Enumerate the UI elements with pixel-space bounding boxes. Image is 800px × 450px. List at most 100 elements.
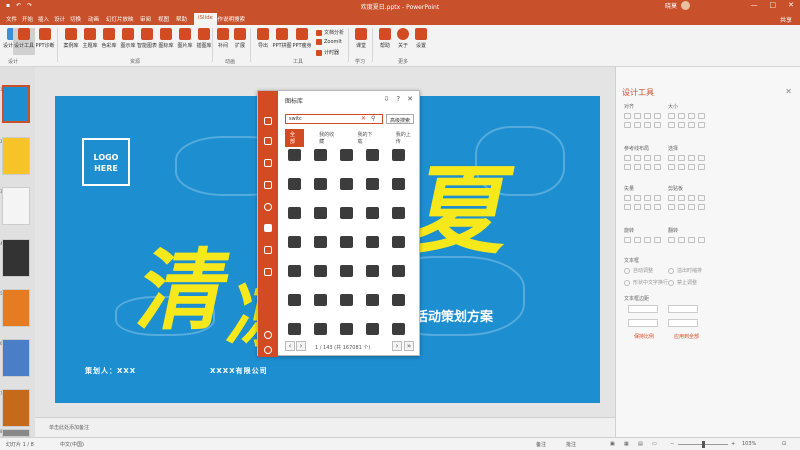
rotate-icons[interactable] <box>624 237 661 243</box>
slide-thumbnail[interactable] <box>2 389 30 427</box>
copy-icon[interactable] <box>314 207 327 219</box>
tab-help[interactable]: 帮助 <box>176 15 187 23</box>
margin-right-input[interactable] <box>668 305 698 313</box>
sidebar-item-charts[interactable] <box>264 203 272 211</box>
zoom-out-icon[interactable]: − <box>670 441 674 447</box>
settings-icon[interactable] <box>264 331 272 339</box>
logo-placeholder[interactable]: LOGO HERE <box>82 138 130 186</box>
download-icon[interactable]: ⇩ <box>384 95 390 103</box>
lantern-icon[interactable] <box>340 236 353 248</box>
language-indicator[interactable]: 中文(中国) <box>60 441 84 448</box>
card-icon[interactable] <box>340 178 353 190</box>
slide-subtitle[interactable]: 活动策划方案 <box>415 306 493 325</box>
zoom-level[interactable]: 103% <box>742 441 756 447</box>
slide-thumbnail[interactable] <box>2 239 30 277</box>
pen-icon[interactable] <box>366 178 379 190</box>
last-page-button[interactable]: » <box>404 341 414 351</box>
normal-view-icon[interactable]: ▣ <box>610 441 615 447</box>
sidebar-item-icon-library[interactable] <box>264 224 272 232</box>
diagnose-button[interactable]: PPT诊断 <box>34 28 56 49</box>
margin-top-input[interactable] <box>628 319 658 327</box>
clear-search-icon[interactable]: ✕ <box>361 115 366 122</box>
planner-text[interactable]: 策划人：XXX <box>85 366 136 376</box>
sidebar-item-diagrams[interactable] <box>264 159 272 167</box>
slide-thumbnail[interactable] <box>2 429 30 437</box>
settings-button[interactable]: 设置 <box>410 28 432 49</box>
grid-icon[interactable] <box>392 323 405 335</box>
clipboard-icons[interactable] <box>668 195 705 210</box>
option-autofit[interactable]: 自动调整 <box>624 267 653 274</box>
sidebar-item-icons[interactable] <box>264 117 272 125</box>
option-noadjust[interactable]: 禁止调整 <box>668 279 697 286</box>
sorter-view-icon[interactable]: ▦ <box>624 441 629 447</box>
help-icon[interactable]: ? <box>396 95 400 103</box>
updown-arrow-icon[interactable] <box>314 294 327 306</box>
tab-slideshow[interactable]: 幻灯片放映 <box>106 15 134 23</box>
close-button[interactable]: ✕ <box>788 1 794 9</box>
tab-downloads[interactable]: 我的下载 <box>352 129 380 147</box>
zoom-slider-knob[interactable] <box>702 441 705 448</box>
next-page-button[interactable]: › <box>392 341 402 351</box>
tab-design[interactable]: 设计 <box>54 15 65 23</box>
doc-analysis-button[interactable]: 文档分析 <box>316 29 344 36</box>
slim-button[interactable]: PPT瘦身 <box>291 28 313 49</box>
pie-chart-icon[interactable] <box>366 236 379 248</box>
folder-icon[interactable] <box>366 294 379 306</box>
backpack-icon[interactable] <box>340 207 353 219</box>
s-curve-icon[interactable] <box>340 294 353 306</box>
heading-char[interactable]: 夏 <box>403 155 523 267</box>
margin-left-input[interactable] <box>628 305 658 313</box>
undo-icon[interactable]: ↶ <box>16 2 21 9</box>
icon-search-input[interactable]: switc <box>285 114 383 124</box>
classroom-button[interactable]: 课堂 <box>350 28 372 49</box>
runner-icon[interactable] <box>392 178 405 190</box>
angry-face-icon[interactable] <box>366 207 379 219</box>
people-icon[interactable] <box>366 323 379 335</box>
tab-insert[interactable]: 插入 <box>38 15 49 23</box>
tab-all[interactable]: 全部 <box>285 129 305 147</box>
tab-transitions[interactable]: 切换 <box>70 15 81 23</box>
frame-f-icon[interactable] <box>340 323 353 335</box>
jacket-icon[interactable] <box>288 236 301 248</box>
reading-view-icon[interactable]: ▤ <box>638 441 643 447</box>
slide-thumbnail[interactable] <box>2 85 30 123</box>
tab-uploads[interactable]: 我的上传 <box>391 129 419 147</box>
next-page-small-button[interactable]: › <box>296 341 306 351</box>
bus-icon[interactable] <box>288 178 301 190</box>
close-icon[interactable]: ✕ <box>785 87 792 96</box>
select-icons[interactable] <box>668 155 705 170</box>
frame-icon[interactable] <box>314 149 327 161</box>
notes-toggle[interactable]: 备注 <box>536 441 546 448</box>
bookmark-icon[interactable] <box>288 265 301 277</box>
maximize-button[interactable]: □ <box>770 1 777 9</box>
user-account[interactable]: 晓莫 <box>665 1 690 10</box>
sync-icon[interactable] <box>264 346 272 354</box>
camera-icon[interactable] <box>314 323 327 335</box>
heading-char[interactable]: 清 <box>129 239 239 342</box>
prev-page-button[interactable]: ‹ <box>285 341 295 351</box>
feather-icon[interactable] <box>340 149 353 161</box>
cart-icon[interactable] <box>340 265 353 277</box>
tab-home[interactable]: 开始 <box>22 15 33 23</box>
export-box-icon[interactable] <box>366 149 379 161</box>
bowling-icon[interactable] <box>314 178 327 190</box>
minimize-button[interactable]: — <box>751 1 758 9</box>
tab-review[interactable]: 审阅 <box>140 15 151 23</box>
tab-file[interactable]: 文件 <box>6 15 17 23</box>
save-icon[interactable]: ▪ <box>6 2 10 9</box>
close-icon[interactable]: ✕ <box>407 95 413 103</box>
bench-icon[interactable] <box>314 265 327 277</box>
slide-thumbnail[interactable] <box>2 137 30 175</box>
basket-icon[interactable] <box>392 294 405 306</box>
book-icon[interactable] <box>392 149 405 161</box>
design-tools-button[interactable]: 设计工具 <box>13 28 35 55</box>
sidebar-item-hierarchy[interactable] <box>264 181 272 189</box>
slide-thumbnail[interactable] <box>2 289 30 327</box>
slideshow-icon[interactable]: ▭ <box>652 441 657 447</box>
spray-icon[interactable] <box>288 294 301 306</box>
size-icons[interactable] <box>668 113 705 128</box>
arrow-left-circle-icon[interactable] <box>288 207 301 219</box>
puzzle-button[interactable]: PPT拼图 <box>271 28 293 49</box>
sidebar-item-colors[interactable] <box>264 246 272 254</box>
option-wrap[interactable]: 溢出时缩排 <box>668 267 702 274</box>
